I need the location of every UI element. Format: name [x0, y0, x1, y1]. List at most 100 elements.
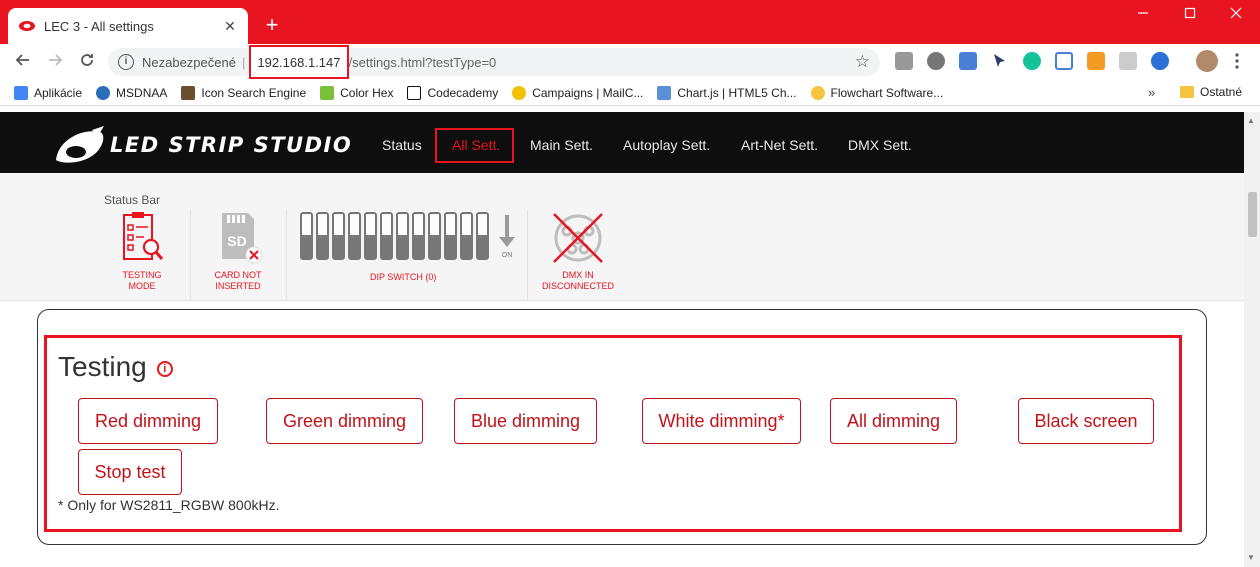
browser-window: LEC 3 - All settings ✕ + i Nezabezpečené…	[0, 0, 1260, 567]
cursor-extension-icon[interactable]	[991, 52, 1009, 70]
tab-close-icon[interactable]: ✕	[222, 18, 238, 35]
chartjs-icon	[657, 85, 672, 100]
dip-on-label: ON	[502, 252, 513, 259]
brand-logo[interactable]: LED STRIP STUDIO	[52, 126, 352, 164]
security-label: Nezabezpečené	[142, 54, 236, 70]
black-screen-button[interactable]: Black screen	[1018, 398, 1154, 444]
bookmarks-bar: Aplikácie MSDNAA Icon Search Engine Colo…	[0, 80, 1260, 106]
bookmark-label: Codecademy	[427, 85, 499, 100]
reload-icon[interactable]	[76, 51, 98, 73]
browser-toolbar: i Nezabezpečené | 192.168.1.147 /setting…	[0, 44, 1260, 80]
minimize-icon[interactable]	[1133, 6, 1153, 22]
scroll-down-icon[interactable]: ▼	[1247, 553, 1255, 562]
site-info-icon[interactable]: i	[118, 54, 134, 70]
bookmark-item[interactable]: Campaigns | MailC...	[512, 85, 644, 100]
led-studio-logo-icon	[56, 126, 104, 163]
testing-title: Testing	[58, 351, 147, 382]
back-icon[interactable]	[12, 51, 34, 73]
nav-autoplay-settings[interactable]: Autoplay Sett.	[623, 137, 710, 153]
sd-card-text: SD	[227, 233, 246, 249]
url-host: 192.168.1.147	[257, 54, 341, 70]
status-dmx: DMX IN DISCONNECTED	[537, 211, 619, 292]
bookmark-label: Color Hex	[340, 85, 394, 100]
browser-tab[interactable]: LEC 3 - All settings ✕	[8, 8, 248, 44]
settings-extension-icon[interactable]	[927, 52, 945, 70]
red-dimming-button[interactable]: Red dimming	[78, 398, 218, 444]
page-scrollbar[interactable]: ▲ ▼	[1244, 112, 1260, 567]
testing-mode-label-2: MODE	[128, 281, 156, 291]
scrollbar-thumb[interactable]	[1248, 192, 1257, 237]
card-label-2: INSERTED	[215, 281, 261, 291]
bookmark-label: Chart.js | HTML5 Ch...	[677, 85, 797, 100]
r-extension-icon[interactable]	[1151, 52, 1169, 70]
stop-test-button[interactable]: Stop test	[78, 449, 182, 495]
status-divider	[286, 210, 287, 300]
nav-main-settings[interactable]: Main Sett.	[530, 137, 593, 153]
icon-search-icon	[181, 85, 196, 100]
other-bookmarks-folder[interactable]: Ostatné	[1180, 85, 1242, 99]
nav-status[interactable]: Status	[382, 137, 422, 153]
bookmark-label: Icon Search Engine	[201, 85, 307, 100]
bookmark-item[interactable]: Flowchart Software...	[810, 85, 944, 100]
testing-mode-label-1: TESTING	[122, 270, 162, 280]
status-divider	[190, 210, 191, 300]
dmx-label-2: DISCONNECTED	[541, 281, 614, 291]
address-bar[interactable]: i Nezabezpečené | 192.168.1.147 /setting…	[108, 45, 880, 79]
translate-extension-icon[interactable]	[959, 52, 977, 70]
maximize-icon[interactable]	[1180, 6, 1200, 22]
frame-extension-icon[interactable]	[1055, 52, 1073, 70]
status-testing-mode: TESTING MODE	[112, 211, 172, 292]
nav-dmx-settings[interactable]: DMX Sett.	[848, 137, 912, 153]
bookmark-item[interactable]: MSDNAA	[96, 85, 168, 100]
bookmark-item[interactable]: Color Hex	[320, 85, 394, 100]
url-path: /settings.html?testType=0	[348, 54, 497, 70]
card-label-1: CARD NOT	[214, 270, 262, 280]
bookmark-label: Aplikácie	[34, 85, 83, 100]
white-dimming-button[interactable]: White dimming*	[642, 398, 801, 444]
tab-title: LEC 3 - All settings	[44, 18, 154, 34]
site-header: LED STRIP STUDIO Status All Sett. Main S…	[0, 112, 1244, 173]
bookmark-item[interactable]: Codecademy	[407, 85, 499, 100]
dmx-label-1: DMX IN	[562, 270, 594, 280]
status-bar: Status Bar TESTING MODE SD CARD NOT INSE…	[0, 173, 1244, 301]
bookmark-item[interactable]: Chart.js | HTML5 Ch...	[657, 85, 797, 100]
chart-extension-icon[interactable]	[1087, 52, 1105, 70]
scroll-up-icon[interactable]: ▲	[1247, 116, 1255, 125]
info-icon[interactable]: i	[156, 361, 173, 377]
bookmark-label: Campaigns | MailC...	[532, 85, 644, 100]
blue-dimming-button[interactable]: Blue dimming	[454, 398, 597, 444]
mailchimp-icon	[512, 85, 527, 100]
new-tab-button[interactable]: +	[262, 14, 282, 36]
dmx-disconnected-icon	[553, 213, 603, 263]
msdnaa-icon	[96, 85, 111, 100]
testing-clipboard-icon	[123, 212, 164, 260]
avatar[interactable]	[1196, 50, 1218, 72]
extension-icon[interactable]	[895, 52, 913, 70]
testing-footnote: * Only for WS2811_RGBW 800kHz.	[58, 497, 280, 513]
dip-switch-icon: ON	[300, 212, 515, 260]
window-close-icon[interactable]	[1226, 6, 1246, 22]
status-dip-switch: ON DIP SWITCH (0)	[298, 211, 518, 283]
bookmarks-overflow-icon[interactable]: »	[1148, 85, 1155, 100]
bookmark-label: MSDNAA	[116, 85, 168, 100]
grammarly-extension-icon[interactable]	[1023, 52, 1041, 70]
other-bookmarks-label: Ostatné	[1200, 85, 1243, 99]
bookmark-item[interactable]: Icon Search Engine	[181, 85, 307, 100]
color-hex-icon	[320, 85, 335, 100]
bookmark-item[interactable]: Aplikácie	[14, 85, 83, 100]
folder-icon	[1180, 86, 1194, 98]
testing-heading: Testing i	[58, 351, 173, 383]
bookmark-star-icon[interactable]: ☆	[855, 52, 870, 72]
green-dimming-button[interactable]: Green dimming	[266, 398, 423, 444]
status-bar-title: Status Bar	[104, 193, 161, 207]
nav-artnet-settings[interactable]: Art-Net Sett.	[741, 137, 818, 153]
code-extension-icon[interactable]	[1119, 52, 1137, 70]
bookmark-label: Flowchart Software...	[830, 85, 944, 100]
menu-icon[interactable]	[1234, 52, 1240, 70]
url-host-highlight: 192.168.1.147	[249, 45, 349, 79]
nav-all-settings[interactable]: All Sett.	[452, 137, 500, 153]
apps-grid-icon	[14, 85, 28, 100]
codecademy-icon	[407, 85, 422, 100]
forward-icon[interactable]	[44, 51, 66, 73]
all-dimming-button[interactable]: All dimming	[830, 398, 957, 444]
